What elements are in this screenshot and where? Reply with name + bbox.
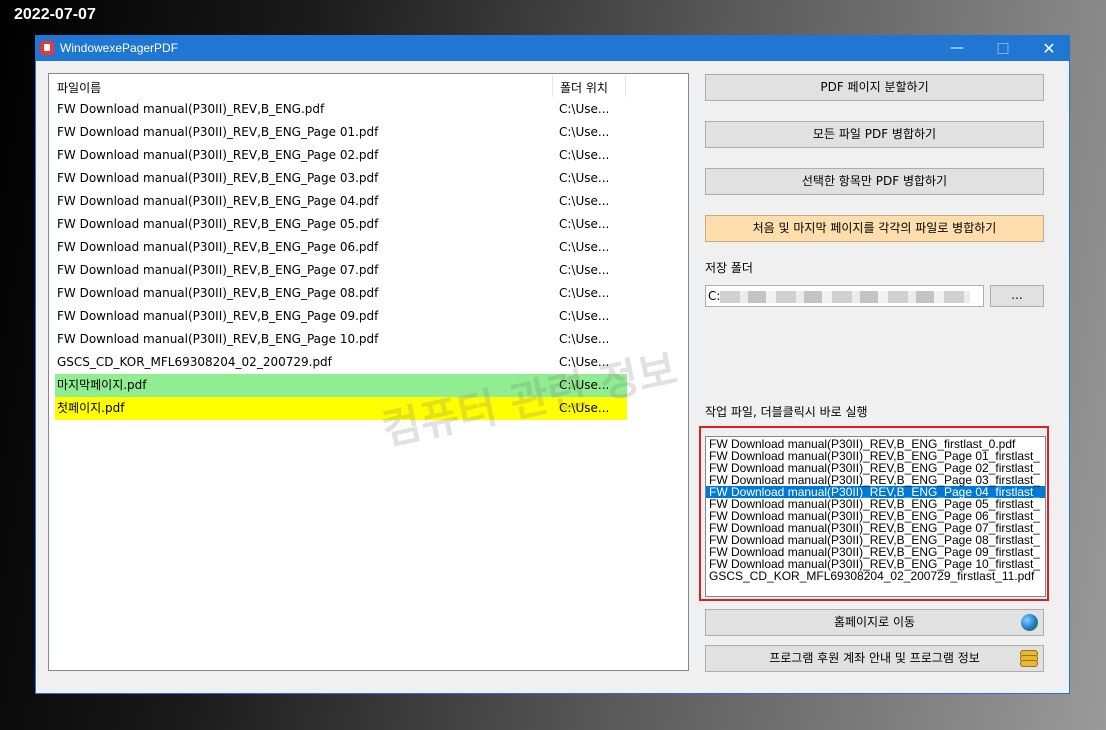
file-name-cell: FW Download manual(P30II)_REV,B_ENG_Page…: [57, 194, 379, 208]
folder-cell: C:\Use...: [559, 171, 610, 185]
merge-all-button[interactable]: 모든 파일 PDF 병합하기: [705, 121, 1044, 148]
merge-first-last-button[interactable]: 처음 및 마지막 페이지를 각각의 파일로 병합하기: [705, 215, 1044, 242]
coins-icon: [1020, 649, 1038, 669]
file-list-header: 파일이름 폴더 위치: [49, 74, 688, 98]
file-name-cell: FW Download manual(P30II)_REV,B_ENG.pdf: [57, 102, 325, 116]
file-row[interactable]: 첫페이지.pdf C:\Use...: [55, 397, 627, 420]
column-divider[interactable]: [625, 75, 626, 97]
folder-cell: C:\Use...: [559, 125, 610, 139]
maximize-button[interactable]: □: [980, 36, 1026, 61]
work-file-items: FW Download manual(P30II)_REV,B_ENG_firs…: [706, 438, 1045, 582]
browse-folder-button[interactable]: ...: [990, 285, 1044, 307]
save-folder-value: C:: [708, 289, 721, 303]
file-row[interactable]: FW Download manual(P30II)_REV,B_ENG_Page…: [55, 167, 627, 190]
folder-cell: C:\Use...: [559, 286, 610, 300]
date-overlay: 2022-07-07: [14, 6, 96, 23]
file-row[interactable]: FW Download manual(P30II)_REV,B_ENG_Page…: [55, 190, 627, 213]
file-name-cell: FW Download manual(P30II)_REV,B_ENG_Page…: [57, 171, 379, 185]
file-name-cell: FW Download manual(P30II)_REV,B_ENG_Page…: [57, 148, 379, 162]
column-header-folder[interactable]: 폴더 위치: [560, 79, 608, 96]
folder-cell: C:\Use...: [559, 263, 610, 277]
homepage-button[interactable]: 홈페이지로 이동: [705, 609, 1044, 636]
file-list[interactable]: 파일이름 폴더 위치 FW Download manual(P30II)_REV…: [48, 73, 689, 671]
folder-cell: C:\Use...: [559, 240, 610, 254]
file-row[interactable]: FW Download manual(P30II)_REV,B_ENG_Page…: [55, 328, 627, 351]
file-name-cell: FW Download manual(P30II)_REV,B_ENG_Page…: [57, 332, 379, 346]
minimize-button[interactable]: —: [934, 36, 980, 61]
work-file-item[interactable]: GSCS_CD_KOR_MFL69308204_02_200729_firstl…: [706, 570, 1045, 582]
folder-cell: C:\Use...: [559, 148, 610, 162]
file-name-cell: FW Download manual(P30II)_REV,B_ENG_Page…: [57, 217, 379, 231]
work-file-list[interactable]: FW Download manual(P30II)_REV,B_ENG_firs…: [705, 436, 1046, 597]
file-row[interactable]: GSCS_CD_KOR_MFL69308204_02_200729.pdf C:\…: [55, 351, 627, 374]
file-name-cell: FW Download manual(P30II)_REV,B_ENG_Page…: [57, 309, 379, 323]
file-row[interactable]: FW Download manual(P30II)_REV,B_ENG_Page…: [55, 121, 627, 144]
file-row[interactable]: FW Download manual(P30II)_REV,B_ENG_Page…: [55, 305, 627, 328]
file-row[interactable]: FW Download manual(P30II)_REV,B_ENG_Page…: [55, 282, 627, 305]
file-rows: FW Download manual(P30II)_REV,B_ENG.pdf C…: [55, 98, 627, 420]
homepage-button-label: 홈페이지로 이동: [833, 615, 916, 629]
file-name-cell: 첫페이지.pdf: [57, 401, 125, 415]
donate-info-button-label: 프로그램 후원 계좌 안내 및 프로그램 정보: [769, 651, 980, 665]
file-row[interactable]: FW Download manual(P30II)_REV,B_ENG_Page…: [55, 213, 627, 236]
file-row[interactable]: 마지막페이지.pdf C:\Use...: [55, 374, 627, 397]
globe-icon: [1021, 614, 1038, 631]
file-row[interactable]: FW Download manual(P30II)_REV,B_ENG.pdf C…: [55, 98, 627, 121]
pdf-app-icon: [40, 41, 54, 55]
file-row[interactable]: FW Download manual(P30II)_REV,B_ENG_Page…: [55, 144, 627, 167]
folder-cell: C:\Use...: [559, 378, 610, 392]
title-bar[interactable]: WindowexePagerPDF — □ ✕: [36, 36, 1069, 61]
folder-cell: C:\Use...: [559, 309, 610, 323]
file-name-cell: FW Download manual(P30II)_REV,B_ENG_Page…: [57, 125, 379, 139]
folder-cell: C:\Use...: [559, 102, 610, 116]
file-name-cell: 마지막페이지.pdf: [57, 378, 147, 392]
app-window: WindowexePagerPDF — □ ✕ 파일이름 폴더 위치 FW Do…: [35, 35, 1070, 694]
blurred-path: [720, 290, 971, 303]
file-name-cell: FW Download manual(P30II)_REV,B_ENG_Page…: [57, 263, 379, 277]
file-name-cell: FW Download manual(P30II)_REV,B_ENG_Page…: [57, 240, 379, 254]
donate-info-button[interactable]: 프로그램 후원 계좌 안내 및 프로그램 정보: [705, 645, 1044, 672]
column-header-filename[interactable]: 파일이름: [57, 79, 101, 96]
file-name-cell: FW Download manual(P30II)_REV,B_ENG_Page…: [57, 286, 379, 300]
column-divider[interactable]: [552, 75, 553, 97]
save-folder-label: 저장 폴더: [705, 261, 753, 275]
window-title: WindowexePagerPDF: [60, 41, 179, 55]
save-folder-field[interactable]: C:: [705, 285, 984, 307]
folder-cell: C:\Use...: [559, 355, 610, 369]
file-row[interactable]: FW Download manual(P30II)_REV,B_ENG_Page…: [55, 259, 627, 282]
folder-cell: C:\Use...: [559, 194, 610, 208]
work-files-label: 작업 파일, 더블클릭시 바로 실행: [705, 405, 868, 419]
merge-selected-button[interactable]: 선택한 항목만 PDF 병합하기: [705, 168, 1044, 195]
file-name-cell: GSCS_CD_KOR_MFL69308204_02_200729.pdf: [57, 355, 332, 369]
folder-cell: C:\Use...: [559, 217, 610, 231]
split-pdf-button[interactable]: PDF 페이지 분할하기: [705, 74, 1044, 101]
file-row[interactable]: FW Download manual(P30II)_REV,B_ENG_Page…: [55, 236, 627, 259]
close-button[interactable]: ✕: [1026, 36, 1072, 61]
folder-cell: C:\Use...: [559, 401, 610, 415]
folder-cell: C:\Use...: [559, 332, 610, 346]
